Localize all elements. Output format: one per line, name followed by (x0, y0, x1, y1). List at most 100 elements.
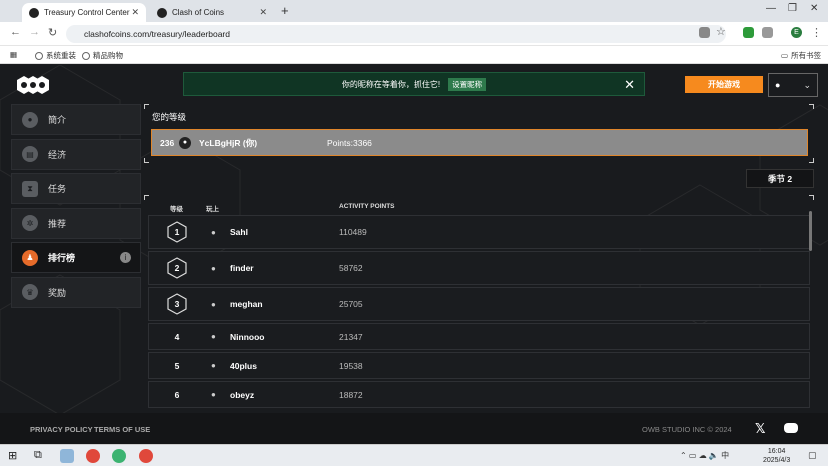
player-name: Sahl (230, 227, 248, 237)
back-icon[interactable]: ← (10, 26, 21, 38)
folder-icon: ▭ (781, 51, 789, 60)
my-rank-name: YcLBgHjR (你) (199, 137, 258, 148)
close-tab-icon[interactable]: ✕ (131, 7, 139, 18)
close-window-button[interactable]: ✕ (810, 3, 818, 14)
tab-title: Treasury Control Center (44, 8, 130, 17)
tab-treasury[interactable]: Treasury Control Center ✕ (22, 3, 146, 22)
site-favicon-icon (157, 7, 167, 18)
close-banner-icon[interactable]: ✕ (624, 77, 635, 93)
apps-grid-icon[interactable]: ▦ (10, 50, 17, 59)
discord-icon[interactable] (784, 423, 798, 433)
browser-toolbar: ← → ↻ clashofcoins.com/treasury/leaderbo… (0, 22, 828, 46)
sidebar-item-label: 排行榜 (48, 253, 76, 263)
bookmark-star-icon[interactable]: ☆ (716, 25, 726, 38)
copyright: OWB STUDIO INC © 2024 (642, 425, 732, 434)
sidebar-item-label: 簡介 (48, 115, 67, 125)
table-row: 2 ● finder 58762 (148, 251, 810, 285)
table-row: 1 ● Sahl 110489 (148, 215, 810, 249)
sidebar-item-label: 任务 (48, 184, 67, 194)
player-icon: ● (211, 361, 216, 370)
brand-logo[interactable] (16, 75, 50, 95)
sidebar-item-economy[interactable]: ▤ 经济 (11, 138, 141, 170)
rank-number: 6 (174, 389, 180, 400)
my-rank-row: 236 ● YcLBgHjR (你) Points:3366 (151, 129, 808, 156)
my-rank-number: 236 (160, 137, 175, 148)
windows-start-icon[interactable]: ⊞ (8, 449, 22, 463)
bookmark-item[interactable]: 精品购物 (82, 50, 123, 61)
forward-icon[interactable]: → (29, 26, 40, 38)
panel-corner (809, 195, 814, 200)
system-clock[interactable]: 16:04 2025/4/3 (763, 447, 790, 465)
site-footer: PRIVACY POLICY TERMS OF USE OWB STUDIO I… (0, 413, 828, 444)
chrome-icon[interactable] (86, 449, 100, 463)
player-points: 25705 (339, 299, 363, 309)
sidebar-item-leaderboard[interactable]: ♟ 排行榜 i (11, 242, 141, 273)
player-points: 58762 (339, 263, 363, 273)
player-name: meghan (230, 299, 263, 309)
nickname-banner: 你的昵称在等着你，抓住它! 设置昵称 ✕ (183, 72, 645, 96)
sidebar-item-label: 经济 (48, 149, 67, 160)
reload-icon[interactable]: ↻ (48, 26, 57, 39)
x-social-icon[interactable]: 𝕏 (755, 421, 765, 437)
scrollbar[interactable] (809, 211, 812, 251)
set-nickname-button[interactable]: 设置昵称 (448, 77, 487, 91)
player-icon: ● (211, 227, 216, 237)
extensions-puzzle-icon[interactable] (762, 27, 773, 38)
privacy-policy-link[interactable]: PRIVACY POLICY (30, 425, 93, 434)
site-favicon-icon (29, 7, 39, 18)
rank-number: 5 (174, 360, 180, 371)
info-icon[interactable]: i (120, 252, 131, 263)
app-icon[interactable] (60, 449, 74, 463)
panel-corner (144, 195, 149, 200)
task-view-icon[interactable]: ⧉ (34, 449, 48, 463)
globe-icon (82, 51, 90, 60)
rank-number: 2 (174, 263, 180, 273)
close-tab-icon[interactable]: ✕ (259, 7, 267, 18)
all-bookmarks[interactable]: ▭ 所有书签 (781, 50, 821, 61)
tab-title: Clash of Coins (172, 8, 225, 17)
minimize-button[interactable]: — (766, 3, 776, 14)
banner-message: 你的昵称在等着你，抓住它! (341, 79, 441, 89)
translate-icon[interactable] (699, 27, 710, 38)
rank-number: 1 (174, 227, 180, 237)
maximize-button[interactable]: ❐ (788, 3, 797, 14)
referral-icon: ✲ (22, 215, 38, 231)
player-icon: ● (211, 299, 216, 309)
extension-icon[interactable] (743, 27, 754, 38)
menu-kebab-icon[interactable]: ⋮ (811, 26, 822, 39)
sidebar-item-referral[interactable]: ✲ 推荐 (11, 207, 141, 239)
start-game-button[interactable]: 开始游戏 (685, 76, 763, 93)
sidebar-item-tasks[interactable]: ⧗ 任务 (11, 173, 141, 204)
system-tray-icons[interactable]: ⌃ ▭ ☁ 🔈 中 (680, 450, 729, 461)
os-taskbar: ⊞ ⧉ ⌃ ▭ ☁ 🔈 中 16:04 2025/4/3 ▢ (0, 444, 828, 466)
panel-corner (144, 158, 149, 163)
wallet-icon: ▤ (22, 146, 38, 162)
table-row: 4 ● Ninnooo 21347 (148, 323, 810, 350)
player-name: obeyz (230, 389, 255, 400)
address-bar[interactable]: clashofcoins.com/treasury/leaderboard (66, 25, 726, 43)
player-points: 19538 (339, 360, 363, 371)
player-icon: ● (211, 390, 216, 399)
rank-number: 4 (174, 331, 180, 342)
leaderboard-panel: 等级 玩上 ACTIVITY POINTS 1 ● Sahl 110489 2 … (144, 195, 814, 410)
season-selector[interactable]: 季节 2 (746, 169, 814, 188)
my-rank-panel: 您的等级 236 ● YcLBgHjR (你) Points:3366 (144, 104, 814, 163)
bookmark-item[interactable]: 系统重装 (35, 50, 76, 61)
globe-icon (35, 51, 43, 60)
user-icon: ● (775, 80, 781, 90)
tab-clash-of-coins[interactable]: Clash of Coins ✕ (150, 3, 274, 22)
panel-corner (144, 104, 149, 109)
sidebar-item-rewards[interactable]: ♛ 奖励 (11, 276, 141, 308)
player-name: finder (230, 263, 254, 273)
wechat-icon[interactable] (112, 449, 126, 463)
sidebar-item-intro[interactable]: ● 簡介 (11, 104, 141, 135)
user-menu[interactable]: ● ⌄ (768, 73, 818, 97)
profile-avatar[interactable]: E (791, 27, 802, 38)
trophy-icon: ♛ (22, 284, 38, 300)
chrome-icon[interactable] (139, 449, 153, 463)
new-tab-button[interactable]: + (281, 3, 289, 18)
header-rank: 等级 (170, 206, 183, 213)
leaderboard-icon: ♟ (22, 249, 38, 266)
notification-icon[interactable]: ▢ (808, 450, 817, 461)
terms-of-use-link[interactable]: TERMS OF USE (94, 425, 150, 434)
